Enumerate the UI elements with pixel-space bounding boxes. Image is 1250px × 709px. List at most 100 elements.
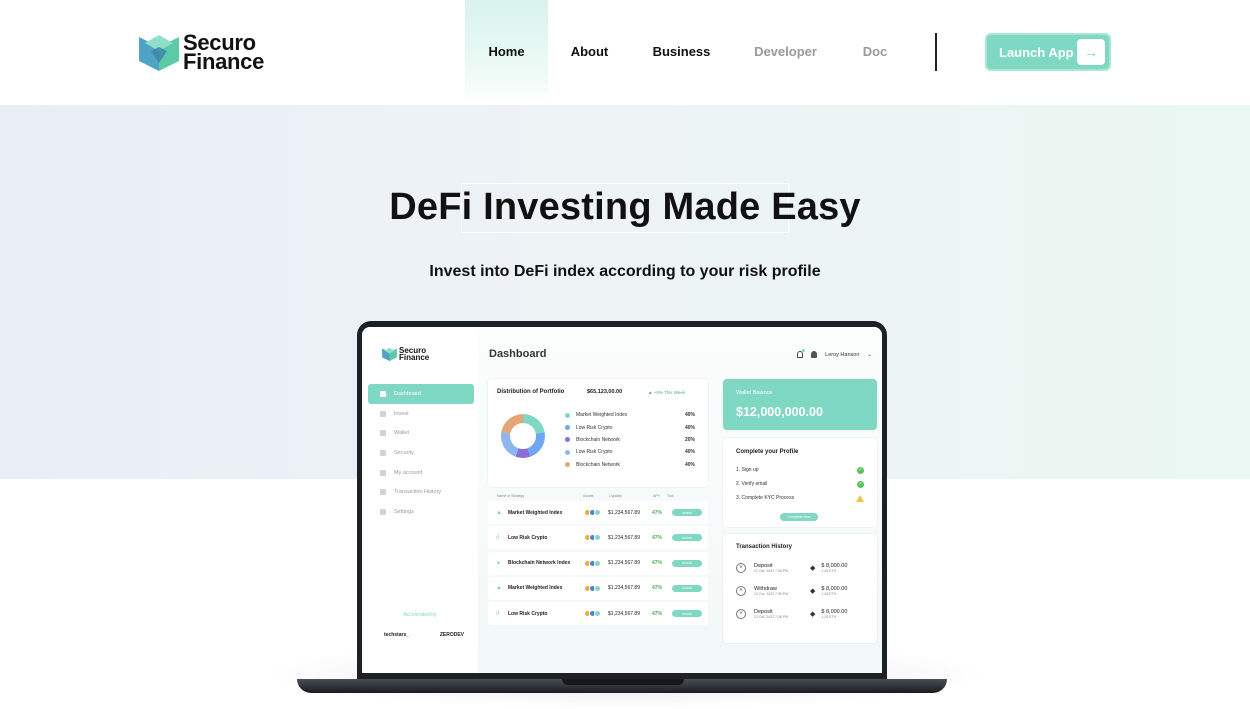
profile-step: 2. Verify email ✓ — [736, 481, 864, 488]
strategy-name: Market Weighted Index — [508, 509, 563, 516]
site-header: Securo Finance Home About Business Devel… — [0, 0, 1250, 105]
legend-item: Blockchain Network 20% — [565, 434, 695, 446]
legend-pct: 40% — [684, 449, 695, 456]
portfolio-amount: $65,123,00.00 — [587, 389, 623, 395]
legend-name: Low Risk Crypto — [576, 424, 613, 431]
menu-label: Settings — [394, 508, 414, 515]
legend-item: Low Risk Crypto 40% — [565, 421, 695, 433]
profile-title: Complete your Profile — [736, 449, 799, 455]
transaction-history-title: Transaction History — [736, 544, 793, 550]
nav-home[interactable]: Home — [465, 0, 548, 105]
strategy-liquidity: $1,234,567.89 — [608, 509, 640, 516]
transaction-info: Deposit 12 Oct. 2022 7:36 PM — [754, 563, 810, 573]
brand-logo[interactable]: Securo Finance — [139, 32, 264, 73]
page: Securo Finance Home About Business Devel… — [0, 0, 1250, 709]
invest-button: Invest — [672, 509, 702, 516]
strategy-row: ▲ Market Weighted Index $1,234,567.89 47… — [488, 576, 708, 600]
donut-slice — [501, 432, 519, 457]
dashboard-logo-text: Securo Finance — [399, 347, 430, 362]
strategy-icon: ✦ — [496, 560, 502, 567]
invest-button: Invest — [672, 584, 702, 592]
profile-step: 1. Sign up ✓ — [736, 467, 864, 474]
asset-tokens — [584, 610, 608, 618]
transaction-row: ˅ Deposit 12 Oct. 2022 7:36 PM ◆ $ 8,000.… — [736, 604, 866, 624]
token-icon — [594, 610, 601, 618]
legend-pct: 40% — [684, 412, 695, 419]
strategy-row: ▲ Market Weighted Index $1,234,567.89 47… — [488, 501, 708, 524]
hero-title: DeFi Investing Made Easy — [389, 186, 861, 228]
col-liquidity: Liquidity — [609, 494, 622, 498]
dashboard-logo-line-2: Finance — [399, 353, 430, 362]
laptop-screen: Securo Finance Dashboard Invest Wallet S… — [362, 327, 882, 673]
strategy-row: ıl Low Risk Crypto $1,234,567.89 47% Inv… — [488, 526, 708, 550]
bell-icon — [797, 349, 806, 358]
transaction-date: 12 Oct. 2022 7:36 PM — [754, 569, 789, 573]
dashboard-menu: Dashboard Invest Wallet Security My acco… — [368, 384, 474, 522]
token-icon — [594, 509, 601, 516]
strategy-apy: 47% — [652, 610, 663, 617]
launch-app-button[interactable]: Launch App → — [985, 33, 1111, 71]
asset-tokens — [584, 584, 608, 592]
chevron-up-icon: ˄ — [736, 586, 746, 596]
legend-item: Blockchain Network 40% — [565, 459, 695, 471]
nav-about[interactable]: About — [548, 0, 631, 105]
donut-slice — [527, 432, 545, 457]
portfolio-donut — [501, 414, 545, 458]
transaction-amounts: $ 8,000.00 1.28 ETH — [821, 609, 847, 619]
wallet-card: Wallet Balance $12,000,000.00 — [723, 379, 877, 430]
portfolio-change: ▲ +5% This Week — [648, 390, 686, 395]
chevron-down-icon: ˅ — [736, 563, 746, 573]
legend-dot — [565, 437, 570, 443]
shield-icon — [380, 449, 386, 456]
transaction-amounts: $ 8,000.00 1.28 ETH — [821, 586, 847, 596]
invest-button: Invest — [672, 534, 702, 542]
donut-slice — [523, 414, 545, 434]
dashboard-main: Dashboard Leroy Hanson ⌄ Distribution of… — [478, 327, 882, 673]
invest-button: Invest — [672, 610, 702, 618]
menu-item-security: Security — [368, 443, 474, 463]
portfolio-card: Distribution of Portfolio $65,123,00.00 … — [488, 379, 708, 487]
menu-item-wallet: Wallet — [368, 423, 474, 443]
nav-business[interactable]: Business — [631, 0, 732, 105]
menu-label: My account — [394, 469, 423, 476]
gear-icon — [380, 508, 386, 515]
invest-icon — [380, 410, 386, 417]
menu-label: Transaction History — [394, 489, 442, 496]
complete-now-button: Complete Now — [780, 513, 818, 521]
check-icon: ✓ — [857, 481, 864, 488]
menu-label: Dashboard — [394, 390, 421, 397]
transaction-eth: 1.28 ETH — [821, 615, 837, 619]
col-strategy: Name of Strategy — [497, 494, 525, 498]
strategy-liquidity: $1,234,567.89 — [608, 610, 640, 617]
step-label: 2. Verify email — [736, 481, 768, 487]
invest-button: Invest — [672, 559, 702, 567]
transaction-row: ˅ Deposit 12 Oct. 2022 7:36 PM ◆ $ 8,000.… — [736, 558, 866, 578]
strategy-apy: 47% — [652, 509, 663, 516]
arrow-right-icon: → — [1077, 39, 1105, 65]
strategy-liquidity: $1,234,567.89 — [608, 560, 640, 567]
nav-developer[interactable]: Developer — [732, 0, 839, 105]
laptop: Securo Finance Dashboard Invest Wallet S… — [357, 321, 887, 681]
strategy-liquidity: $1,234,567.89 — [608, 534, 640, 541]
transaction-row: ˄ Withdraw 12 Oct. 2022 7:36 PM ◆ $ 8,000… — [736, 581, 866, 601]
dashboard-title: Dashboard — [489, 348, 547, 360]
strategy-table: ▲ Market Weighted Index $1,234,567.89 47… — [488, 501, 708, 627]
col-tool: Tool — [667, 494, 674, 498]
strategy-name: Low Risk Crypto — [508, 534, 548, 541]
menu-item-my-account: My account — [368, 463, 474, 483]
strategy-apy: 47% — [652, 534, 663, 541]
donut-slice — [501, 414, 523, 434]
nav-divider — [935, 33, 937, 71]
legend-pct: 20% — [684, 436, 695, 443]
legend-item: Low Risk Crypto 40% — [565, 446, 695, 458]
profile-step: 3. Complete KYC Process — [736, 495, 864, 502]
chevron-down-icon: ˅ — [736, 609, 746, 619]
nav-doc[interactable]: Doc — [839, 0, 911, 105]
logo-icon — [382, 347, 397, 361]
warning-icon — [856, 495, 864, 502]
menu-item-settings: Settings — [368, 502, 474, 522]
dashboard-sidebar: Securo Finance Dashboard Invest Wallet S… — [362, 327, 478, 673]
menu-label: Invest — [394, 410, 409, 417]
profile-card: Complete your Profile 1. Sign up ✓ 2. Ver… — [723, 438, 877, 527]
menu-label: Security — [394, 449, 414, 456]
